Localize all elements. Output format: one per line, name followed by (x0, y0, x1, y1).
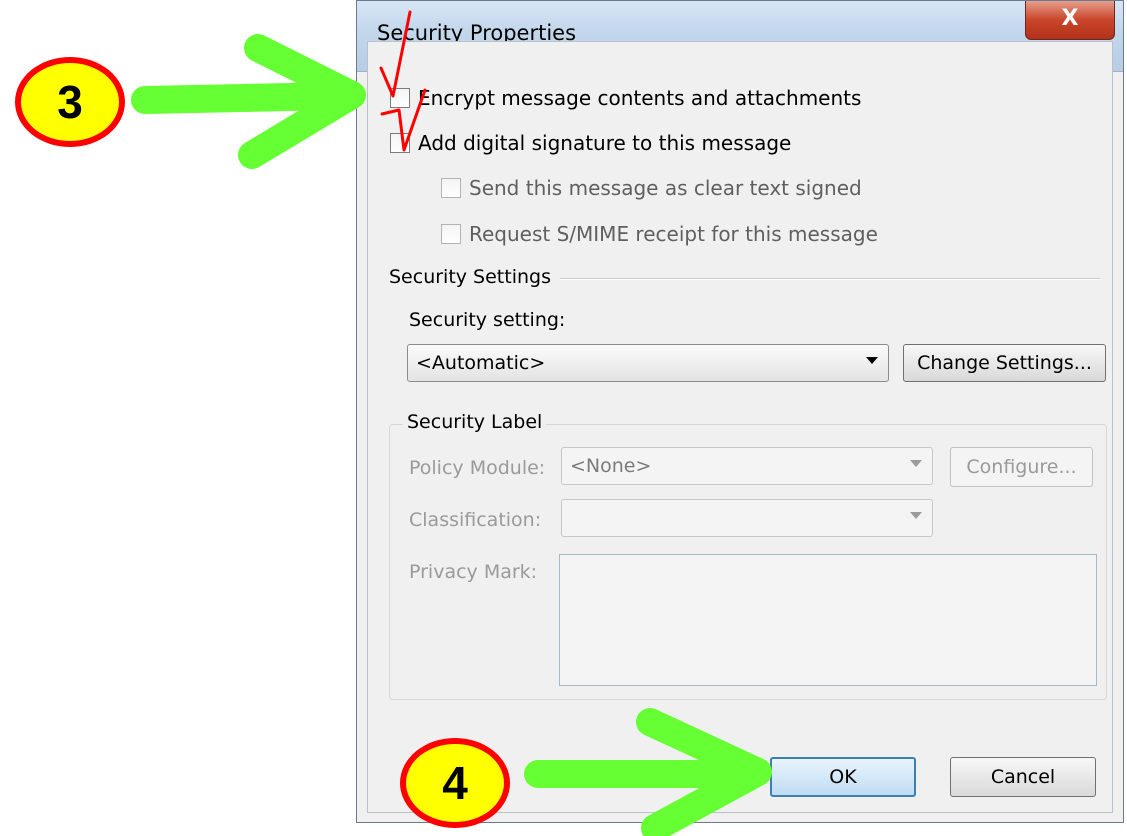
close-icon: X (1061, 6, 1079, 31)
step-4-number: 4 (442, 757, 468, 809)
chevron-down-icon (910, 512, 922, 519)
classification-dropdown[interactable] (561, 499, 933, 537)
encrypt-checkbox-row[interactable]: Encrypt message contents and attachments (390, 86, 861, 110)
chevron-down-icon (910, 460, 922, 467)
privacy-mark-field[interactable] (559, 554, 1097, 686)
step-3-number: 3 (57, 76, 83, 128)
security-properties-dialog: Security Properties X Encrypt message co… (356, 0, 1124, 823)
step-4-badge: 4 (400, 738, 510, 828)
arrow-head (238, 34, 366, 169)
classification-label: Classification: (409, 509, 542, 531)
policy-module-label: Policy Module: (409, 457, 546, 479)
privacy-mark-label: Privacy Mark: (409, 561, 538, 583)
chevron-down-icon (866, 357, 878, 364)
policy-module-value: <None> (570, 455, 652, 477)
clear-text-checkbox-label: Send this message as clear text signed (469, 176, 862, 200)
step-3-badge: 3 (15, 57, 125, 147)
close-button[interactable]: X (1025, 1, 1115, 40)
smime-checkbox-row[interactable]: Request S/MIME receipt for this message (441, 222, 878, 246)
smime-checkbox-label: Request S/MIME receipt for this message (469, 222, 878, 246)
clear-text-checkbox[interactable] (441, 178, 461, 198)
encrypt-checkbox-label: Encrypt message contents and attachments (418, 86, 862, 110)
encrypt-checkbox[interactable] (390, 88, 410, 108)
clear-text-checkbox-row[interactable]: Send this message as clear text signed (441, 176, 862, 200)
signature-checkbox-label: Add digital signature to this message (418, 131, 792, 155)
cancel-button[interactable]: Cancel (950, 757, 1096, 797)
change-settings-label: Change Settings... (917, 352, 1092, 374)
section-divider (560, 278, 1100, 280)
ok-button[interactable]: OK (770, 757, 916, 797)
security-settings-heading: Security Settings (389, 266, 551, 288)
security-setting-dropdown[interactable]: <Automatic> (407, 344, 889, 382)
policy-module-dropdown[interactable]: <None> (561, 447, 933, 485)
configure-button[interactable]: Configure... (950, 447, 1093, 487)
cancel-label: Cancel (990, 766, 1056, 788)
arrow-shaft (131, 82, 352, 114)
security-label-heading: Security Label (403, 411, 547, 433)
security-setting-label: Security setting: (409, 309, 566, 331)
ok-label: OK (829, 766, 857, 788)
signature-checkbox-row[interactable]: Add digital signature to this message (390, 131, 791, 155)
arrow-to-checkboxes (131, 34, 366, 169)
configure-label: Configure... (966, 456, 1077, 478)
change-settings-button[interactable]: Change Settings... (903, 344, 1106, 382)
security-setting-value: <Automatic> (416, 352, 546, 374)
signature-checkbox[interactable] (390, 133, 410, 153)
smime-checkbox[interactable] (441, 224, 461, 244)
